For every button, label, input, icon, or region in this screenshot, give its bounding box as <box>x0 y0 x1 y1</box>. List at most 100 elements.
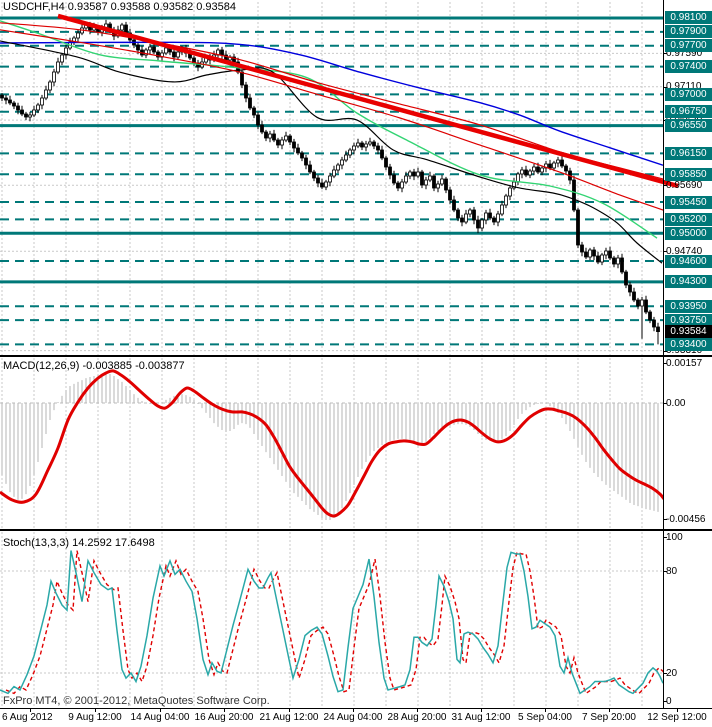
candle-body <box>320 182 324 188</box>
symbol-timeframe: USDCHF,H4 <box>3 1 65 13</box>
candle-body <box>444 178 448 191</box>
price-level-chip: 0.95200 <box>665 213 712 226</box>
mt4-chart-window: USDCHF,H4 0.93587 0.93588 0.93582 0.9358… <box>0 0 712 727</box>
candle-body <box>456 209 460 219</box>
candle-body <box>532 166 536 172</box>
stoch-indicator-label: Stoch(13,3,3) 14.2592 17.6498 <box>3 537 155 549</box>
candle-body <box>12 102 16 107</box>
time-axis-label: 7 Sep 20:00 <box>582 712 636 723</box>
time-axis-label: 31 Aug 12:00 <box>451 712 511 723</box>
stoch-axis-label: 80 <box>666 566 678 577</box>
candle-body <box>296 147 300 154</box>
candle-body <box>268 133 272 139</box>
stoch-axis-label: 100 <box>666 532 683 543</box>
time-axis-label: 9 Aug 12:00 <box>68 712 122 723</box>
candle-body <box>524 169 528 176</box>
candle-body <box>16 105 20 111</box>
price-level-chip: 0.95450 <box>665 196 712 209</box>
candle-body <box>404 175 408 183</box>
candle-body <box>304 157 308 166</box>
candle-body <box>540 167 544 173</box>
candle-body <box>312 171 316 179</box>
panel-separator[interactable] <box>0 529 712 531</box>
candle-body <box>376 145 380 151</box>
price-level-chip: 0.97400 <box>665 60 712 73</box>
candle-body <box>548 163 552 169</box>
candle-body <box>460 217 464 223</box>
candle-body <box>276 139 280 146</box>
candle-body <box>4 97 8 101</box>
candle-body <box>248 97 252 109</box>
candle-body <box>60 54 64 63</box>
candle-body <box>76 32 80 39</box>
time-axis-label: 21 Aug 12:00 <box>259 712 319 723</box>
candle-body <box>656 326 660 332</box>
candle-body <box>640 299 644 307</box>
candle-body <box>400 181 404 189</box>
candle-body <box>508 187 512 197</box>
candle-body <box>308 164 312 173</box>
candle-body <box>604 250 608 256</box>
candle-body <box>332 169 336 177</box>
candle-body <box>516 173 520 183</box>
candle-body <box>644 299 648 313</box>
candle-body <box>280 139 284 146</box>
candle-body <box>628 284 632 293</box>
stoch-signal-line <box>5 550 663 695</box>
candle-body <box>608 250 612 259</box>
candle-body <box>588 249 592 258</box>
candle-body <box>328 175 332 183</box>
candle-body <box>388 166 392 176</box>
candle-body <box>616 257 620 265</box>
candle-body <box>412 171 416 177</box>
macd-axis-label: -0.00456 <box>666 514 706 525</box>
candle-body <box>396 182 400 189</box>
moving-averages-group <box>0 20 663 264</box>
candle-body <box>428 175 432 181</box>
candle-body <box>476 219 480 229</box>
candle-body <box>36 104 40 111</box>
candle-body <box>356 142 360 147</box>
candle-body <box>468 209 472 215</box>
candle-body <box>380 149 384 159</box>
candle-body <box>20 109 24 115</box>
candles-group <box>0 19 660 345</box>
candle-body <box>336 164 340 171</box>
candle-body <box>636 299 640 307</box>
candle-body <box>260 124 264 133</box>
candle-body <box>500 204 504 215</box>
time-axis-label: 14 Aug 04:00 <box>130 712 190 723</box>
candle-body <box>372 141 376 147</box>
candle-body <box>448 189 452 201</box>
price-level-chip: 0.97700 <box>665 39 712 52</box>
candle-body <box>424 179 428 186</box>
candle-body <box>600 254 604 263</box>
candle-body <box>368 141 372 145</box>
candle-body <box>552 162 556 169</box>
candle-body <box>528 170 532 176</box>
price-level-chip: 0.97000 <box>665 88 712 101</box>
panel-separator[interactable] <box>0 355 712 357</box>
main-price-chart[interactable] <box>0 0 712 355</box>
candle-body <box>384 157 388 168</box>
candle-body <box>580 244 584 253</box>
panel-separator[interactable] <box>0 708 712 709</box>
stochastic-panel[interactable] <box>0 531 712 708</box>
candle-body <box>56 61 60 73</box>
candle-body <box>352 145 356 151</box>
candle-body <box>344 154 348 161</box>
candle-body <box>316 177 320 184</box>
macd-axis-label: 0.00157 <box>666 358 703 369</box>
candle-body <box>32 109 36 116</box>
candle-body <box>272 133 276 141</box>
candle-body <box>612 257 616 265</box>
time-axis-label: 12 Sep 12:00 <box>647 712 707 723</box>
candle-body <box>492 217 496 223</box>
price-level-chip: 0.96750 <box>665 105 712 118</box>
candle-body <box>416 171 420 177</box>
candle-body <box>164 47 168 54</box>
candle-body <box>340 159 344 166</box>
price-level-chip: 0.94600 <box>665 255 712 268</box>
candle-body <box>560 159 564 167</box>
macd-panel[interactable] <box>0 357 712 529</box>
